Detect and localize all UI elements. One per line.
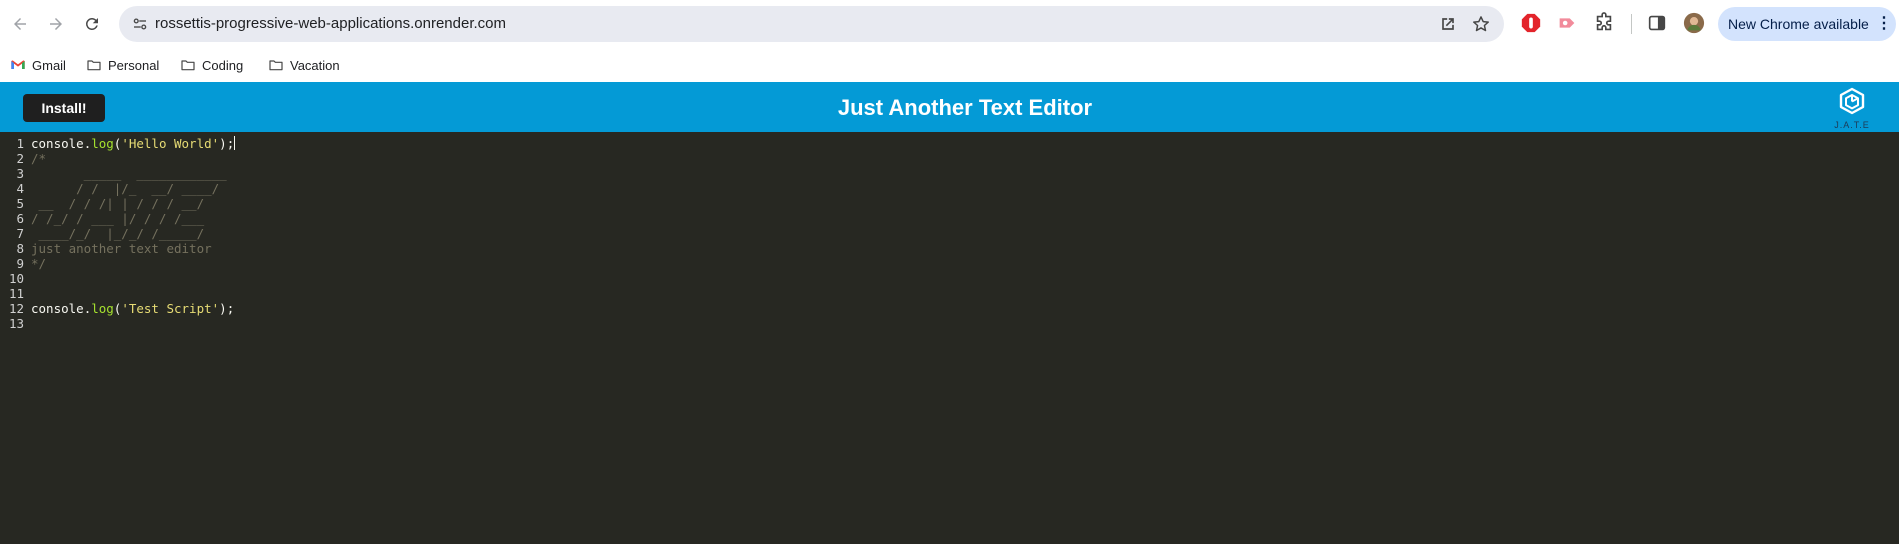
bookmark-gmail[interactable]: Gmail	[10, 54, 66, 76]
code-token: / /_/ / ___ |/ / / /___	[31, 211, 205, 226]
bookmark-label: Coding	[202, 57, 244, 73]
line-code[interactable]: ____/_/ |_/_/ /_____/	[31, 226, 205, 241]
line-code[interactable]: console.log('Test Script');	[31, 301, 234, 316]
editor-line[interactable]: 11	[0, 286, 1899, 301]
bookmark-label: Personal	[108, 57, 160, 73]
code-token: 'Hello World'	[121, 136, 220, 151]
code-token: */	[31, 256, 47, 271]
reload-icon[interactable]	[80, 12, 104, 36]
editor-line[interactable]: 5 __ / / /| | / / / __/	[0, 196, 1899, 211]
line-code[interactable]: / /_/ / ___ |/ / / /___	[31, 211, 204, 226]
line-number: 12	[8, 301, 24, 316]
line-number: 9	[16, 256, 24, 271]
code-token: /*	[31, 151, 47, 166]
back-icon[interactable]	[8, 12, 32, 36]
line-number: 13	[8, 316, 24, 331]
editor-line[interactable]: 10	[0, 271, 1899, 286]
line-number: 10	[8, 271, 24, 286]
line-code[interactable]: / / |/_ __/ ____/	[31, 181, 219, 196]
line-number: 6	[16, 211, 24, 226]
line-number: 1	[16, 136, 24, 151]
editor-line[interactable]: 7 ____/_/ |_/_/ /_____/	[0, 226, 1899, 241]
screen-recorder-extension-icon[interactable]	[1556, 12, 1578, 34]
bookmark-label: Vacation	[290, 57, 340, 73]
editor-line[interactable]: 1 console.log('Hello World');	[0, 136, 1899, 151]
editor-line[interactable]: 13	[0, 316, 1899, 331]
line-code[interactable]: /*	[31, 151, 46, 166]
code-token: log	[91, 136, 114, 151]
code-token: just another text editor	[31, 241, 212, 256]
editor-line[interactable]: 9 */	[0, 256, 1899, 271]
code-editor[interactable]: 1 console.log('Hello World'); 2/* 3 _____ _…	[0, 132, 1899, 544]
profile-avatar-icon[interactable]	[1683, 12, 1705, 34]
side-panel-icon[interactable]	[1646, 12, 1668, 34]
editor-line[interactable]: 8 just another text editor	[0, 241, 1899, 256]
line-number: 8	[16, 241, 24, 256]
editor-line[interactable]: 4 / / |/_ __/ ____/	[0, 181, 1899, 196]
code-token: console	[31, 136, 84, 151]
extensions-puzzle-icon[interactable]	[1593, 12, 1615, 34]
code-token: ____/_/ |_/_/ /_____/	[31, 226, 205, 241]
open-in-app-icon[interactable]	[1438, 14, 1458, 34]
folder-icon	[181, 60, 195, 71]
jate-logo: J.A.T.E	[1830, 85, 1874, 131]
app-header: Install! Just Another Text Editor J.A.T.…	[0, 82, 1899, 132]
code-token: / / |/_ __/ ____/	[31, 181, 220, 196]
address-bar[interactable]: rossettis-progressive-web-applications.o…	[119, 6, 1504, 42]
adblock-extension-icon[interactable]	[1520, 12, 1542, 34]
code-token: console	[31, 301, 84, 316]
line-number: 7	[16, 226, 24, 241]
bookmark-label: Gmail	[32, 57, 66, 73]
code-token: __ / / /| | / / / __/	[31, 196, 205, 211]
folder-icon	[87, 60, 101, 71]
bookmarks-bar: Gmail Personal Coding Vacation	[0, 48, 1899, 82]
line-number: 3	[16, 166, 24, 181]
logo-text: J.A.T.E	[1834, 120, 1870, 130]
folder-icon	[269, 60, 283, 71]
editor-line[interactable]: 6 / /_/ / ___ |/ / / /___	[0, 211, 1899, 226]
line-number: 2	[16, 151, 24, 166]
code-token: _____ ____________	[31, 166, 227, 181]
browser-toolbar: rossettis-progressive-web-applications.o…	[0, 0, 1899, 48]
chrome-update-button[interactable]: New Chrome available ⋮	[1718, 7, 1896, 41]
line-code[interactable]: _____ ____________	[31, 166, 227, 181]
line-number: 4	[16, 181, 24, 196]
forward-icon[interactable]	[44, 12, 68, 36]
chrome-update-label: New Chrome available	[1728, 16, 1869, 32]
bookmark-coding[interactable]: Coding	[180, 54, 243, 76]
code-token: log	[91, 301, 114, 316]
line-number: 11	[8, 286, 24, 301]
line-number: 5	[16, 196, 24, 211]
code-token: );	[219, 301, 235, 316]
line-code[interactable]: just another text editor	[31, 241, 212, 256]
toolbar-divider	[1631, 14, 1632, 34]
line-code[interactable]: console.log('Hello World');	[31, 136, 236, 151]
app-title: Just Another Text Editor	[837, 95, 1093, 120]
code-token: );	[219, 136, 235, 151]
line-code[interactable]: */	[31, 256, 46, 271]
line-code[interactable]: __ / / /| | / / / __/	[31, 196, 205, 211]
editor-line[interactable]: 2 /*	[0, 151, 1899, 166]
editor-line[interactable]: 12 console.log('Test Script');	[0, 301, 1899, 316]
url-text[interactable]: rossettis-progressive-web-applications.o…	[155, 15, 506, 32]
text-cursor	[234, 136, 236, 150]
jate-logo-icon	[1839, 87, 1865, 115]
gmail-icon	[11, 60, 25, 69]
bookmark-vacation[interactable]: Vacation	[268, 54, 340, 76]
bookmark-star-icon[interactable]	[1471, 14, 1491, 34]
editor-line[interactable]: 3 _____ ____________	[0, 166, 1899, 181]
kebab-menu-icon[interactable]: ⋮	[1876, 14, 1892, 34]
bookmark-personal[interactable]: Personal	[86, 54, 159, 76]
site-settings-icon[interactable]	[131, 15, 149, 33]
code-token: 'Test Script'	[121, 301, 220, 316]
